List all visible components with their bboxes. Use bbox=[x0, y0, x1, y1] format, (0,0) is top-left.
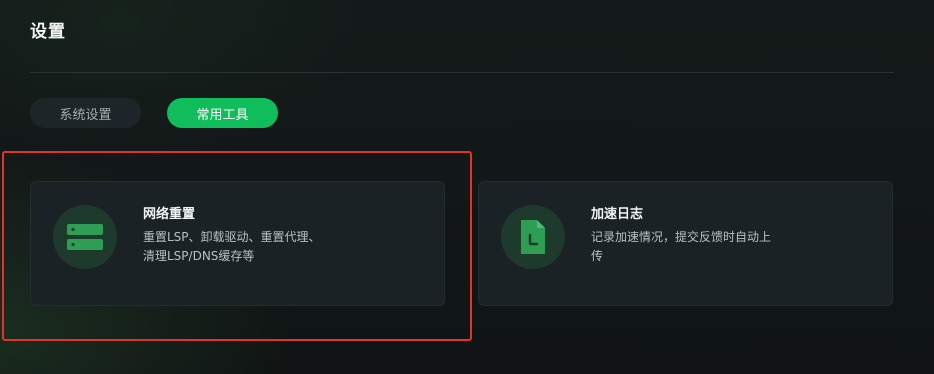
log-file-icon bbox=[521, 220, 545, 254]
network-reset-title: 网络重置 bbox=[143, 207, 196, 222]
header-divider bbox=[30, 72, 894, 73]
acceleration-log-card[interactable]: 加速日志 记录加速情况，提交反馈时自动上传 bbox=[478, 181, 893, 306]
server-icon bbox=[67, 224, 103, 250]
acceleration-log-description: 记录加速情况，提交反馈时自动上传 bbox=[591, 230, 772, 263]
page-title: 设置 bbox=[30, 22, 66, 42]
tab-bar: 系统设置 常用工具 bbox=[30, 98, 278, 128]
server-icon-circle bbox=[53, 205, 117, 269]
network-reset-description: 重置LSP、卸载驱动、重置代理、清理LSP/DNS缓存等 bbox=[143, 230, 321, 263]
log-icon-circle bbox=[501, 205, 565, 269]
network-reset-card[interactable]: 网络重置 重置LSP、卸载驱动、重置代理、清理LSP/DNS缓存等 bbox=[30, 181, 445, 306]
acceleration-log-title: 加速日志 bbox=[591, 207, 644, 222]
tab-common-tools[interactable]: 常用工具 bbox=[167, 98, 278, 128]
tab-system-settings[interactable]: 系统设置 bbox=[30, 98, 141, 128]
